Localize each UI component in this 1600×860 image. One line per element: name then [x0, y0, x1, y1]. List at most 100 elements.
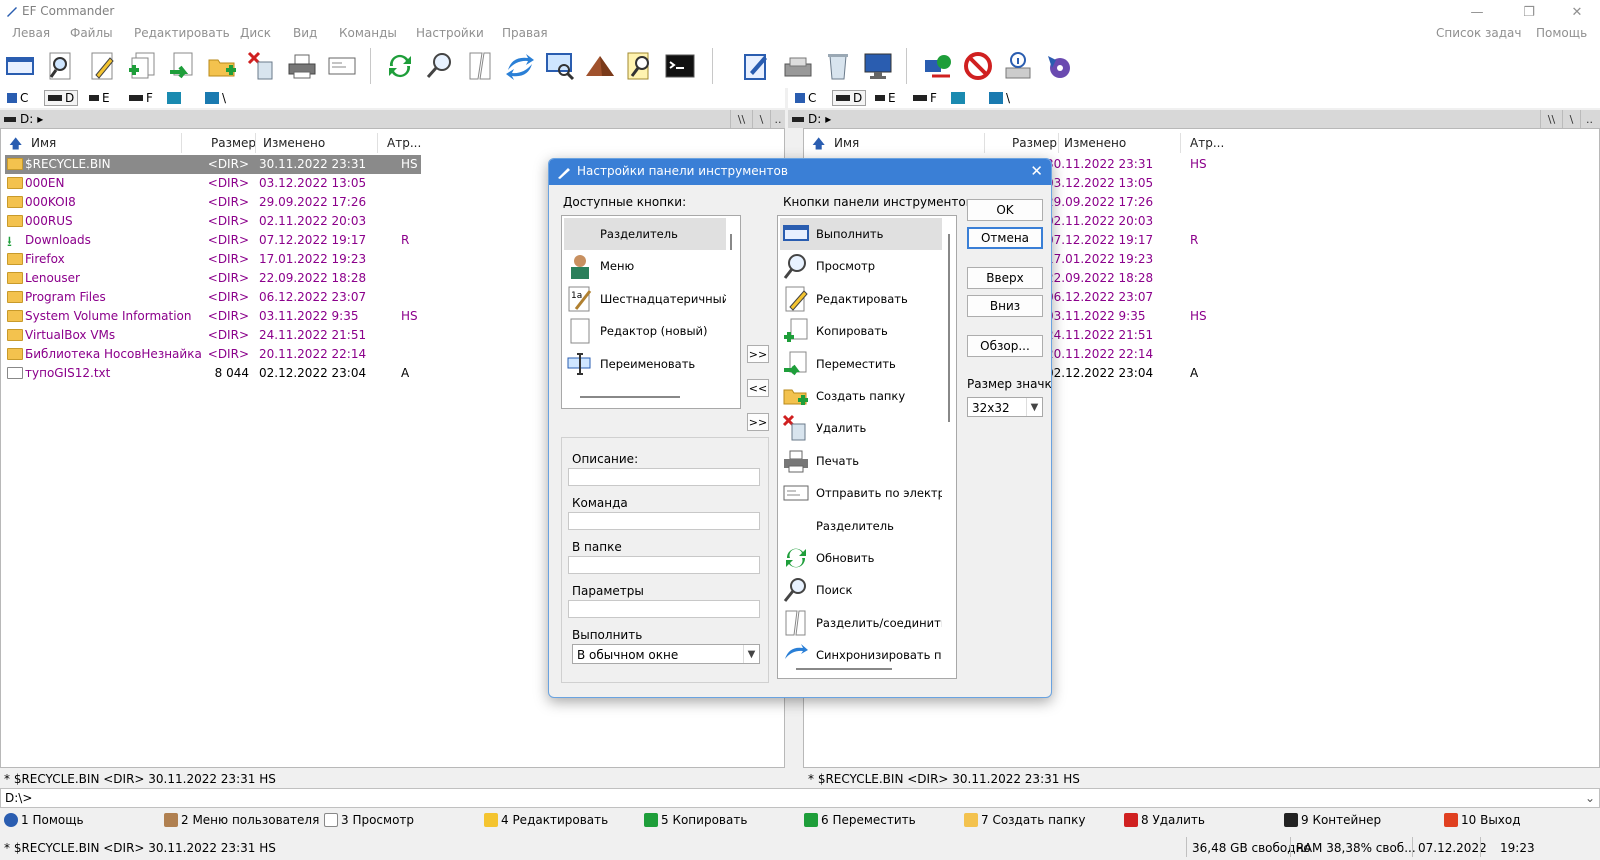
new-folder-tool-button[interactable] [204, 48, 240, 84]
list-item[interactable]: Переместить [780, 348, 942, 380]
sync-tool-button[interactable] [502, 48, 538, 84]
root-path-button[interactable]: \\ [1540, 110, 1562, 128]
cancel-button[interactable]: Отмена [967, 227, 1043, 249]
menu-right[interactable]: Правая [502, 26, 548, 40]
command-field[interactable] [568, 512, 760, 530]
table-row[interactable]: тупоGIS12.txt 8 044 02.12.2022 23:04 A [5, 364, 421, 383]
drive-network-button[interactable] [948, 90, 968, 106]
f6-move-button[interactable]: 6 Переместить [804, 813, 916, 827]
edit-document-tool-button[interactable] [738, 48, 774, 84]
browse-button[interactable]: Обзор... [967, 335, 1043, 357]
split-join-tool-button[interactable] [462, 48, 498, 84]
f7-new-folder-button[interactable]: 7 Создать папку [964, 813, 1085, 827]
table-row[interactable]: VirtualBox VMs <DIR> 24.11.2022 21:51 [5, 326, 421, 345]
archive-tool-button[interactable] [582, 48, 618, 84]
disconnect-tool-button[interactable] [960, 48, 996, 84]
table-row[interactable]: 000RUS <DIR> 02.11.2022 20:03 [5, 212, 421, 231]
drive-c-button[interactable]: C [792, 90, 819, 106]
edit-tool-button[interactable] [84, 48, 120, 84]
up-path-button[interactable]: .. [1580, 110, 1598, 128]
move-up-button[interactable]: Вверх [967, 267, 1043, 289]
params-field[interactable] [568, 600, 760, 618]
toolbar-buttons-list[interactable]: Выполнить Просмотр Редактировать Копировать… [777, 215, 957, 679]
list-item[interactable]: Меню [564, 250, 726, 282]
description-field[interactable] [568, 468, 760, 486]
run-mode-select[interactable]: В обычном окне ▼ [572, 644, 760, 664]
table-row[interactable]: 000KOI8 <DIR> 29.09.2022 17:26 [5, 193, 421, 212]
menu-disk[interactable]: Диск [240, 26, 271, 40]
table-row[interactable]: Библиотека НосовНезнайка <DIR> 20.11.2022 … [5, 345, 421, 364]
list-item[interactable]: Редактировать [780, 283, 942, 315]
col-size[interactable]: Размер [1012, 136, 1057, 150]
horizontal-scrollbar-thumb[interactable] [796, 668, 892, 670]
menu-task-list[interactable]: Список задач [1436, 26, 1522, 40]
table-row[interactable]: ⭳ Downloads <DIR> 07.12.2022 19:17 R [5, 231, 421, 250]
table-row[interactable]: System Volume Information <DIR> 03.11.2022… [5, 307, 421, 326]
copy-tool-button[interactable] [124, 48, 160, 84]
refresh-tool-button[interactable] [382, 48, 418, 84]
hardware-tool-button[interactable] [780, 48, 816, 84]
network-tool-button[interactable] [920, 48, 956, 84]
drive-f-button[interactable]: F [126, 90, 156, 106]
col-name[interactable]: Имя [834, 136, 859, 150]
drive-f-button[interactable]: F [910, 90, 940, 106]
move-tool-button[interactable] [164, 48, 200, 84]
menu-edit[interactable]: Редактировать [134, 26, 230, 40]
menu-settings[interactable]: Настройки [416, 26, 484, 40]
list-item[interactable]: Разделитель [564, 218, 726, 250]
menu-view[interactable]: Вид [293, 26, 317, 40]
media-tool-button[interactable] [1040, 48, 1076, 84]
drive-root-button[interactable]: \ [986, 90, 1013, 106]
search-tool-button[interactable] [422, 48, 458, 84]
f4-edit-button[interactable]: 4 Редактировать [484, 813, 608, 827]
table-row[interactable]: Firefox <DIR> 17.01.2022 19:23 [5, 250, 421, 269]
icon-size-select[interactable]: 32x32 ▼ [967, 397, 1043, 417]
list-item[interactable]: 1a Шестнадцатеричный ре [564, 283, 726, 315]
vertical-scrollbar-thumb[interactable] [948, 234, 950, 422]
drive-e-button[interactable]: E [86, 90, 113, 106]
available-buttons-list[interactable]: Разделитель Меню 1a Шестнадцатеричный ре Ред… [561, 215, 741, 409]
col-attr[interactable]: Атр... [1190, 136, 1224, 150]
list-item[interactable]: Редактор (новый) [564, 315, 726, 347]
list-item[interactable]: Создать папку [780, 380, 942, 412]
list-item[interactable]: Переименовать [564, 348, 726, 380]
drive-network-button[interactable] [164, 90, 184, 106]
f10-exit-button[interactable]: 10 Выход [1444, 813, 1521, 827]
list-item[interactable]: Синхронизировать папк [780, 639, 942, 671]
console-tool-button[interactable] [662, 48, 698, 84]
list-item[interactable]: Обновить [780, 542, 942, 574]
list-item[interactable]: Поиск [780, 574, 942, 606]
drive-root-button[interactable]: \ [202, 90, 229, 106]
list-item[interactable]: Разделить/соединить [780, 607, 942, 639]
folder-field[interactable] [568, 556, 760, 574]
horizontal-scrollbar-thumb[interactable] [580, 396, 680, 398]
list-item[interactable]: Печать [780, 445, 942, 477]
drive-c-button[interactable]: C [4, 90, 31, 106]
drive-d-button[interactable]: D [44, 90, 79, 106]
monitor-tool-button[interactable] [860, 48, 896, 84]
table-row[interactable]: $RECYCLE.BIN <DIR> 30.11.2022 23:31 HS [5, 155, 421, 174]
up-arrow-icon[interactable]: 🡅 [9, 135, 22, 157]
list-item[interactable]: Выполнить [780, 218, 942, 250]
table-row[interactable]: Program Files <DIR> 06.12.2022 23:07 [5, 288, 421, 307]
table-row[interactable]: Lenouser <DIR> 22.09.2022 18:28 [5, 269, 421, 288]
find-computer-tool-button[interactable] [542, 48, 578, 84]
move-down-button[interactable]: Вниз [967, 295, 1043, 317]
f8-delete-button[interactable]: 8 Удалить [1124, 813, 1205, 827]
drive-e-button[interactable]: E [872, 90, 899, 106]
f1-help-button[interactable]: 1 Помощь [4, 813, 84, 827]
menu-commands[interactable]: Команды [339, 26, 397, 40]
col-modified[interactable]: Изменено [1064, 136, 1126, 150]
list-item[interactable]: Отправить по электрон [780, 477, 942, 509]
col-name[interactable]: Имя [31, 136, 56, 150]
menu-left[interactable]: Левая [12, 26, 50, 40]
insert-button-arrow[interactable]: >> [747, 413, 769, 431]
list-item[interactable]: Разделитель [780, 510, 942, 542]
print-tool-button[interactable] [284, 48, 320, 84]
left-path-bar[interactable]: D: ▸ \\ \ .. [0, 110, 785, 128]
ok-button[interactable]: OK [967, 199, 1043, 221]
root-path-button[interactable]: \\ [730, 110, 752, 128]
backslash-path-button[interactable]: \ [752, 110, 770, 128]
menu-help[interactable]: Помощь [1536, 26, 1587, 40]
run-tool-button[interactable] [2, 48, 38, 84]
